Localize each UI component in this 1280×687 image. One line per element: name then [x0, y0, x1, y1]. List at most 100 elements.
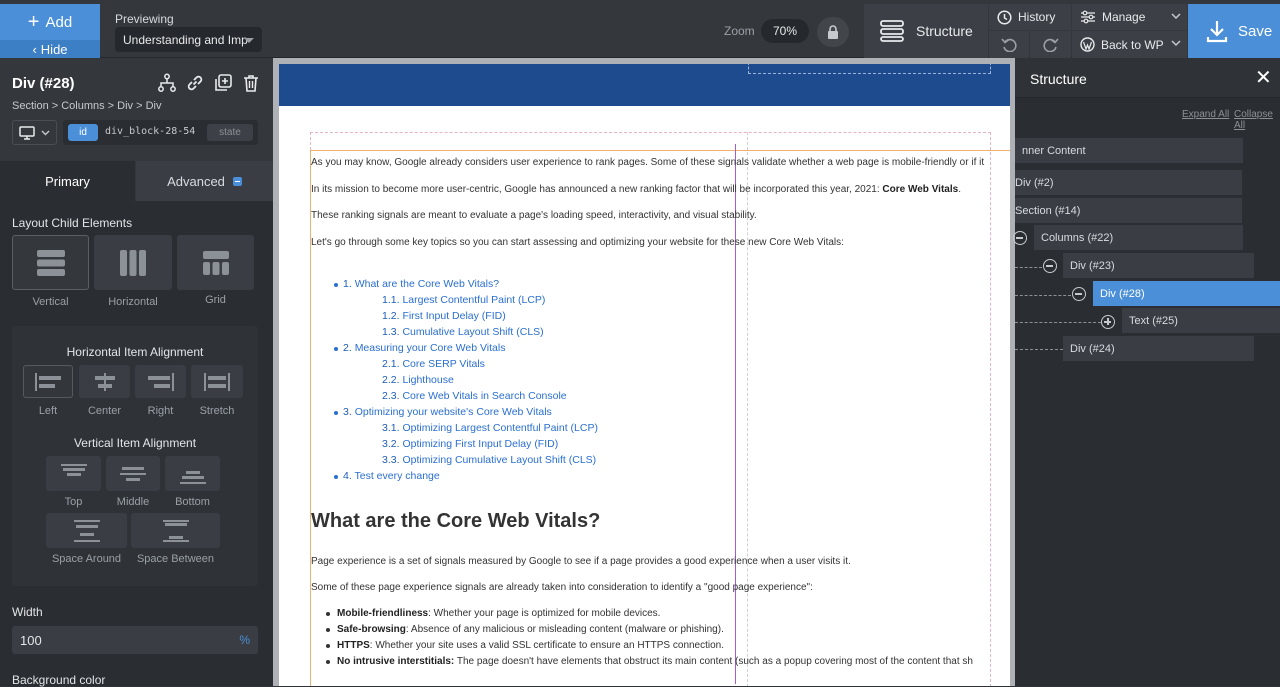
tree-item-div-2[interactable]: Div (#2) — [1015, 170, 1242, 195]
v-align-top-button[interactable] — [46, 456, 101, 491]
h-align-stretch-button[interactable] — [191, 365, 243, 398]
toc-item-number: 3.1. — [382, 422, 400, 434]
structure-button[interactable]: Structure — [864, 4, 988, 58]
toc-item-link[interactable]: What are the Core Web Vitals? — [355, 278, 499, 290]
toc-item-link[interactable]: Core SERP Vitals — [402, 358, 484, 370]
toc-item[interactable]: 3.1. Optimizing Largest Contentful Paint… — [382, 422, 598, 434]
history-label: History — [1018, 10, 1056, 24]
toc-item-link[interactable]: Measuring your Core Web Vitals — [355, 342, 506, 354]
tree-item-text-25[interactable]: Text (#25) — [1122, 308, 1280, 333]
toc-item-link[interactable]: Core Web Vitals in Search Console — [402, 390, 566, 402]
h-align-center-button[interactable] — [79, 365, 130, 398]
layout-vertical-button[interactable] — [12, 235, 89, 290]
width-input[interactable]: 100 % — [12, 626, 258, 654]
layout-vertical-label: Vertical — [32, 296, 69, 308]
hide-button[interactable]: ‹ Hide — [0, 40, 100, 58]
manage-button[interactable]: Manage — [1072, 4, 1187, 30]
id-tag[interactable]: id — [68, 124, 98, 141]
toc-item[interactable]: 2.3. Core Web Vitals in Search Console — [382, 390, 567, 402]
h-align-left-button[interactable] — [23, 365, 73, 398]
close-icon[interactable]: ✕ — [1255, 68, 1272, 88]
hierarchy-icon[interactable] — [157, 73, 177, 93]
layout-horizontal-button[interactable] — [94, 235, 172, 290]
width-value: 100 — [20, 633, 42, 648]
zoom-value[interactable]: 70% — [761, 19, 809, 43]
toc-item-link[interactable]: Optimizing Largest Contentful Paint (LCP… — [402, 422, 598, 434]
toc-item[interactable]: 2. Measuring your Core Web Vitals — [333, 342, 506, 354]
sliders-icon — [1081, 10, 1095, 24]
horizontal-layout-icon — [120, 249, 146, 276]
v-align-space-between-button[interactable] — [131, 513, 220, 548]
toc-item-link[interactable]: Optimizing First Input Delay (FID) — [402, 438, 558, 450]
canvas-area: As you may know, Google already consider… — [273, 58, 1015, 686]
add-button[interactable]: + Add — [0, 4, 100, 40]
back-to-wp-label: Back to WP — [1101, 37, 1164, 52]
v-align-bottom-button[interactable] — [165, 456, 220, 491]
list-item-bold: HTTPS — [337, 640, 370, 651]
layout-grid-button[interactable] — [177, 235, 254, 290]
v-align-space-around-button[interactable] — [46, 513, 127, 548]
toc-item-link[interactable]: First Input Delay (FID) — [402, 310, 505, 322]
toc-item-link[interactable]: Lighthouse — [402, 374, 453, 386]
toc-item[interactable]: 1.1. Largest Contentful Paint (LCP) — [382, 294, 545, 306]
save-button[interactable]: Save — [1188, 4, 1280, 58]
chevron-down-icon — [1171, 40, 1181, 47]
trash-icon[interactable] — [241, 73, 261, 93]
toc-item-link[interactable]: Largest Contentful Paint (LCP) — [402, 294, 545, 306]
lock-button[interactable] — [817, 17, 849, 47]
toc-item[interactable]: 3.3. Optimizing Cumulative Layout Shift … — [382, 454, 596, 466]
toc-item[interactable]: 3.2. Optimizing First Input Delay (FID) — [382, 438, 558, 450]
toc-item-link[interactable]: Optimizing your website's Core Web Vital… — [355, 406, 552, 418]
toc-item[interactable]: 1.2. First Input Delay (FID) — [382, 310, 506, 322]
list-item: Safe-browsing: Absence of any malicious … — [326, 624, 724, 635]
toc-item[interactable]: 1. What are the Core Web Vitals? — [333, 278, 499, 290]
toc-item-link[interactable]: Optimizing Cumulative Layout Shift (CLS) — [402, 454, 596, 466]
redo-button[interactable] — [1030, 31, 1071, 58]
back-to-wp-button[interactable]: Back to WP — [1072, 31, 1187, 58]
tree-item-section-14[interactable]: Section (#14) — [1015, 198, 1242, 223]
list-item-bold: Safe-browsing — [337, 624, 406, 635]
breadcrumb[interactable]: Section > Columns > Div > Div — [12, 100, 161, 112]
header-guide — [748, 64, 991, 74]
device-selector[interactable] — [12, 120, 57, 145]
paragraph: In its mission to become more user-centr… — [311, 183, 961, 196]
expand-all-link[interactable]: Expand All — [1182, 109, 1229, 120]
structure-label: Structure — [916, 23, 973, 39]
tree-item-columns-22[interactable]: Columns (#22) — [1034, 225, 1243, 250]
history-button[interactable]: History — [989, 4, 1071, 30]
tree-item-div-28[interactable]: Div (#28) — [1093, 281, 1280, 306]
tree-item-div-24[interactable]: Div (#24) — [1063, 336, 1254, 361]
paragraph-text: . — [958, 184, 961, 195]
collapse-toggle-icon[interactable] — [1072, 287, 1086, 301]
h-align-right-button[interactable] — [135, 365, 186, 398]
tab-advanced[interactable]: Advanced — [136, 161, 273, 201]
link-icon[interactable] — [185, 73, 205, 93]
tree-item-inner-content[interactable]: nner Content — [1015, 138, 1243, 163]
toc-item[interactable]: 4. Test every change — [334, 470, 440, 482]
v-align-middle-button[interactable] — [106, 456, 160, 491]
align-middle-icon — [120, 466, 146, 481]
width-unit[interactable]: % — [239, 633, 250, 647]
collapse-toggle-icon[interactable] — [1043, 259, 1057, 273]
tree-item-div-23[interactable]: Div (#23) — [1063, 253, 1254, 278]
toc-item[interactable]: 2.2. Lighthouse — [382, 374, 454, 386]
h-align-right-label: Right — [147, 405, 174, 417]
tab-advanced-label: Advanced — [167, 173, 225, 189]
toc-item[interactable]: 1.3. Cumulative Layout Shift (CLS) — [382, 326, 544, 338]
id-selector[interactable]: id div_block-28-54 state — [63, 120, 258, 145]
collapse-toggle-icon[interactable] — [1013, 231, 1027, 245]
preview-page-select[interactable]: Understanding and Imp — [115, 27, 262, 52]
duplicate-icon[interactable] — [213, 73, 233, 93]
collapse-all-link[interactable]: Collapse All — [1234, 109, 1280, 131]
toc-item[interactable]: 3. Optimizing your website's Core Web Vi… — [334, 406, 552, 418]
align-top-icon — [60, 463, 87, 476]
undo-button[interactable] — [989, 31, 1029, 58]
tab-primary[interactable]: Primary — [0, 161, 135, 201]
toc-item[interactable]: 2.1. Core SERP Vitals — [382, 358, 485, 370]
state-button[interactable]: state — [207, 124, 253, 141]
toc-item-link[interactable]: Cumulative Layout Shift (CLS) — [402, 326, 543, 338]
previewing-label: Previewing — [115, 12, 174, 26]
preview-page-value: Understanding and Imp — [123, 33, 248, 47]
expand-toggle-icon[interactable] — [1101, 315, 1115, 329]
toc-item-link[interactable]: Test every change — [355, 470, 440, 482]
